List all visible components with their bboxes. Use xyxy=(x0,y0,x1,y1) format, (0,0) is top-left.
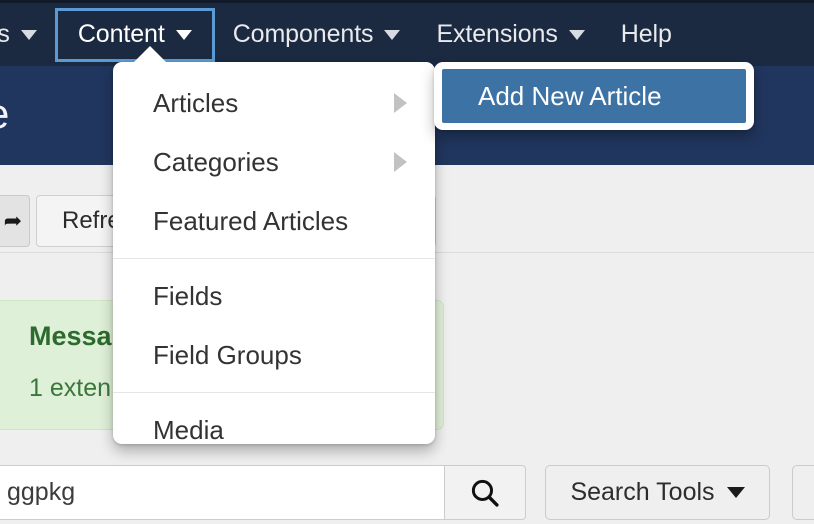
menu-item-label: Components xyxy=(233,20,374,49)
dropdown-item-field-groups[interactable]: Field Groups xyxy=(113,331,435,379)
search-input-group xyxy=(0,465,526,520)
search-tools-button[interactable]: Search Tools xyxy=(545,465,770,520)
dropdown-item-categories[interactable]: Categories xyxy=(113,138,435,186)
dropdown-spacer xyxy=(113,186,435,197)
dropdown-item-label: Articles xyxy=(153,88,394,119)
dropdown-item-articles[interactable]: Articles xyxy=(113,79,435,127)
submenu-item-label: Add New Article xyxy=(478,81,662,112)
submenu-item-add-new-article[interactable]: Add New Article xyxy=(442,69,746,123)
arrow-action-icon-button[interactable]: ➦ xyxy=(0,195,30,247)
menu-item-menus[interactable]: enus xyxy=(0,11,55,59)
chevron-down-icon xyxy=(176,30,192,40)
page-title: e xyxy=(0,90,9,138)
dropdown-item-media[interactable]: Media xyxy=(113,406,435,444)
menu-item-help[interactable]: Help xyxy=(603,11,690,59)
search-submit-button[interactable] xyxy=(445,465,526,520)
chevron-down-icon xyxy=(384,30,400,40)
chevron-down-icon xyxy=(21,30,37,40)
dropdown-item-label: Fields xyxy=(153,281,413,312)
chevron-down-icon xyxy=(727,487,745,498)
chevron-right-icon xyxy=(394,93,407,113)
search-input[interactable] xyxy=(0,465,445,520)
menu-item-components[interactable]: Components xyxy=(215,11,419,59)
arrow-right-icon: ➦ xyxy=(4,208,22,234)
dropdown-item-label: Categories xyxy=(153,147,394,178)
dropdown-divider xyxy=(113,258,435,259)
admin-screen: enus Content Components Extensions Help … xyxy=(0,0,814,524)
dropdown-spacer xyxy=(113,320,435,331)
menu-item-label: Extensions xyxy=(436,20,557,49)
admin-menu-items: enus Content Components Extensions Help xyxy=(0,2,690,68)
search-row: Search Tools C xyxy=(0,465,814,524)
dropdown-divider xyxy=(113,392,435,393)
admin-menu-bar: enus Content Components Extensions Help xyxy=(0,0,814,66)
dropdown-item-label: Featured Articles xyxy=(153,206,413,237)
dropdown-caret-icon xyxy=(133,46,167,63)
dropdown-item-label: Field Groups xyxy=(153,340,413,371)
search-tools-label: Search Tools xyxy=(570,478,714,507)
menu-item-label: enus xyxy=(0,20,10,49)
menu-item-label: Content xyxy=(78,20,165,49)
search-icon xyxy=(468,476,502,510)
clear-button[interactable]: C xyxy=(792,465,814,520)
content-articles-submenu: Add New Article xyxy=(434,62,754,130)
chevron-down-icon xyxy=(569,30,585,40)
dropdown-item-fields[interactable]: Fields xyxy=(113,272,435,320)
dropdown-item-featured-articles[interactable]: Featured Articles xyxy=(113,197,435,245)
dropdown-spacer xyxy=(113,127,435,138)
content-dropdown-menu: Articles Categories Featured Articles Fi… xyxy=(113,62,435,444)
chevron-right-icon xyxy=(394,152,407,172)
dropdown-item-label: Media xyxy=(153,415,413,445)
menu-item-label: Help xyxy=(621,20,672,49)
menu-item-extensions[interactable]: Extensions xyxy=(418,11,602,59)
